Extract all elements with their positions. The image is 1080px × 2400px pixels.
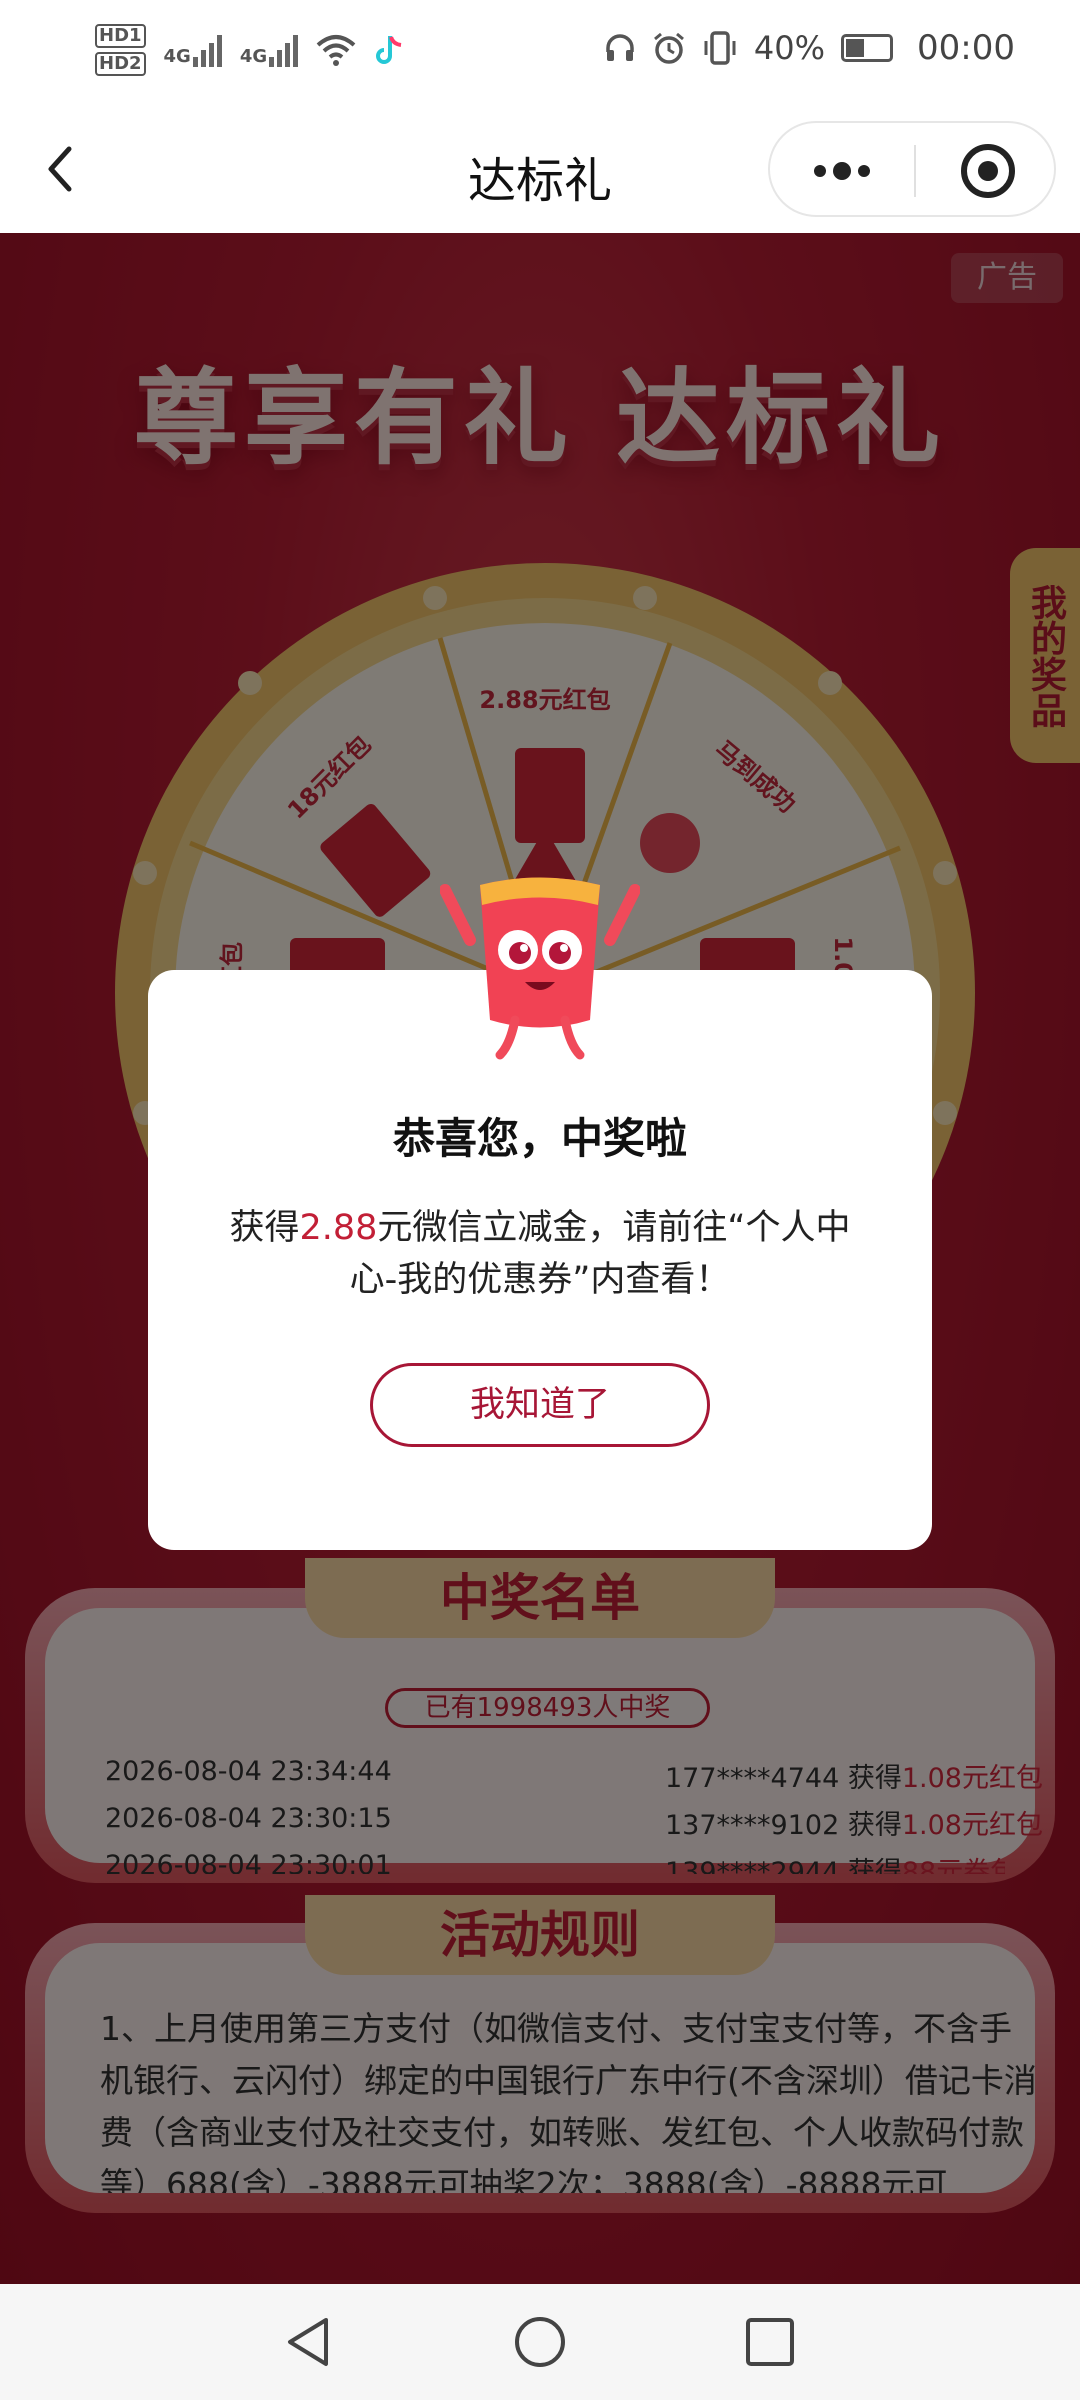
red-envelope-mascot-icon: [440, 877, 640, 1060]
mini-program-capsule: [768, 121, 1056, 217]
system-navigation-bar: [0, 2284, 1080, 2400]
more-button[interactable]: [770, 123, 914, 219]
nav-recents-icon[interactable]: [742, 2314, 798, 2370]
cell-signal-1: 4G: [164, 33, 222, 67]
clock: 00:00: [917, 28, 1015, 68]
hd1-label: HD1: [95, 24, 146, 48]
acknowledge-button[interactable]: 我知道了: [370, 1363, 710, 1447]
modal-message-prefix: 获得: [229, 1208, 300, 1248]
hd2-label: HD2: [95, 52, 146, 76]
headphones-icon: [606, 34, 634, 61]
network-2-label: 4G: [239, 46, 268, 67]
battery-icon: [841, 34, 894, 62]
cell-signal-2: 4G: [239, 33, 299, 67]
prize-amount: 2.88: [299, 1208, 378, 1248]
modal-message: 获得2.88元微信立减金，请前往“个人中心-我的优惠券”内查看！: [208, 1202, 872, 1306]
hd-indicator: HD1 HD2: [95, 24, 146, 76]
status-bar: HD1 HD2 4G 4G 40% 00:00: [0, 0, 1080, 105]
vibrate-icon: [704, 31, 736, 65]
modal-message-suffix: 元微信立减金，请前往“个人中心-我的优惠券”内查看！: [349, 1208, 851, 1300]
wifi-icon: [316, 35, 356, 66]
signal-bars-2-icon: [269, 33, 299, 67]
tiktok-icon: [376, 36, 402, 64]
nav-bar: 达标礼: [0, 105, 1080, 233]
target-close-icon: [961, 144, 1015, 198]
network-1-label: 4G: [163, 46, 191, 67]
more-dots-icon: [814, 162, 870, 180]
close-mini-program-button[interactable]: [916, 123, 1056, 219]
modal-title: 恭喜您，中奖啦: [392, 1114, 687, 1163]
nav-home-icon[interactable]: [512, 2314, 568, 2370]
alarm-icon: [653, 32, 684, 64]
nav-back-icon[interactable]: [282, 2314, 338, 2370]
signal-bars-1-icon: [192, 33, 222, 67]
battery-percent: 40%: [753, 29, 826, 67]
